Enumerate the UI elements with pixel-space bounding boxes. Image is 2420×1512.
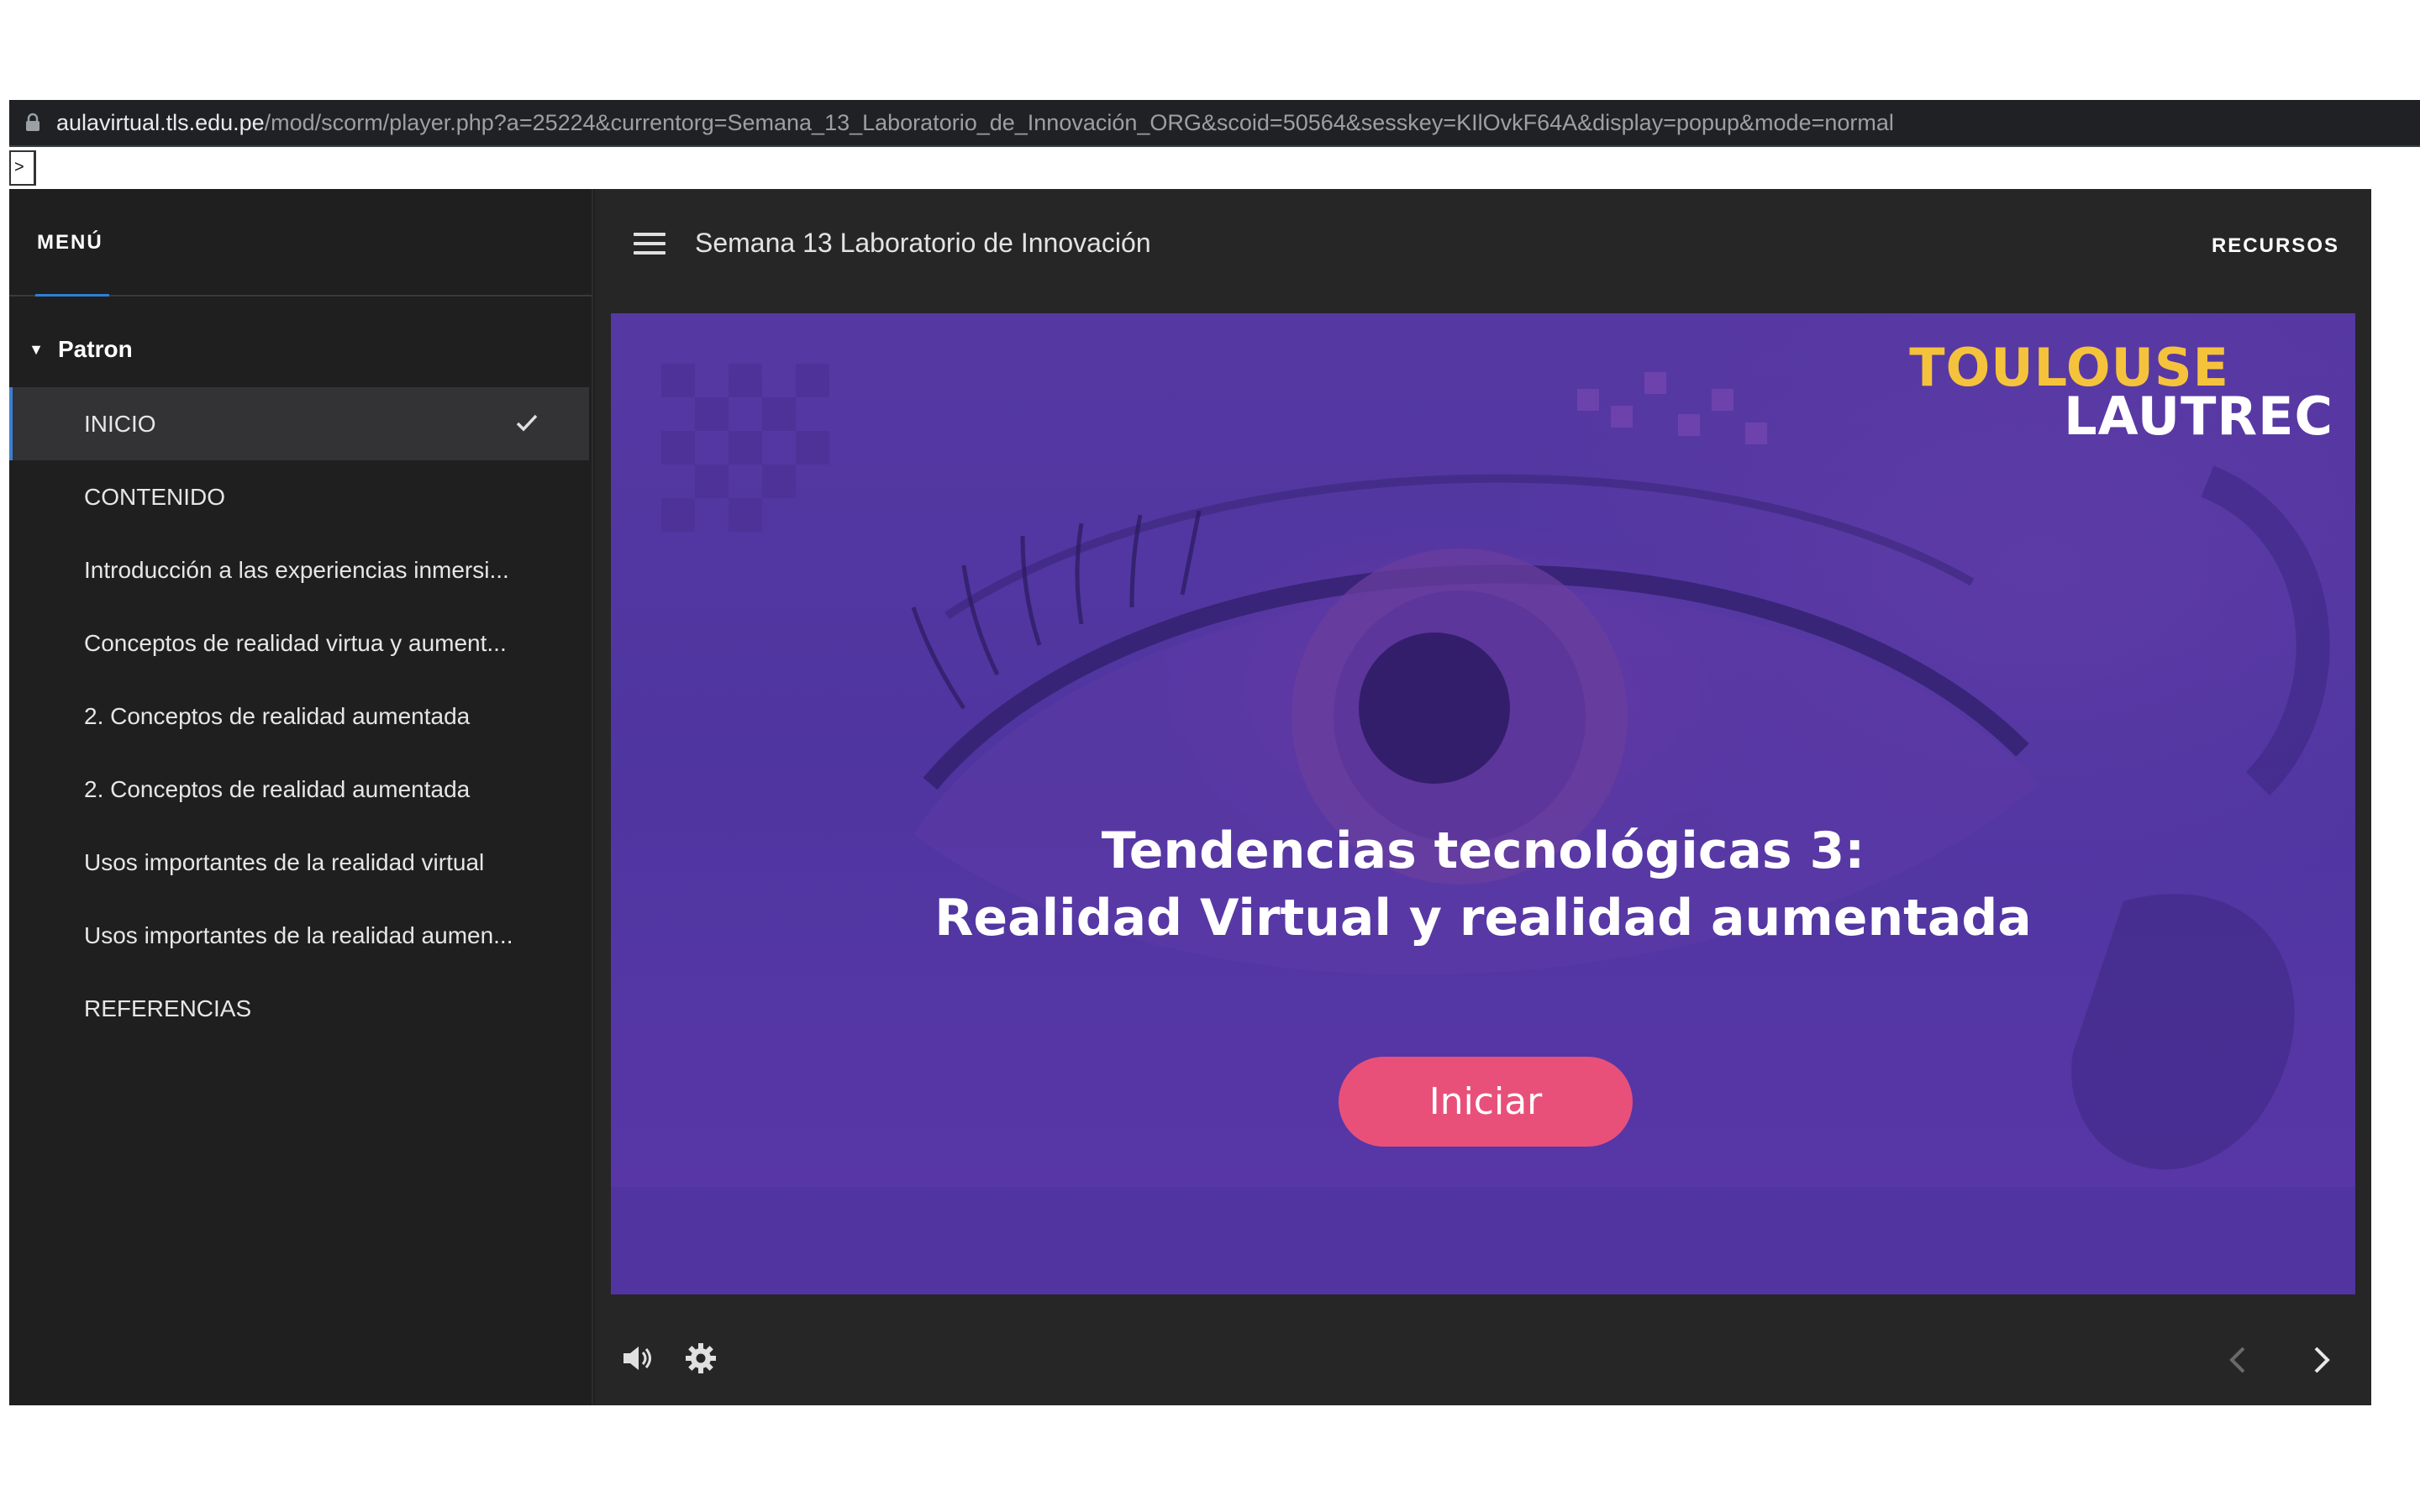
menu-item-label: Introducción a las experiencias inmersi.… <box>84 556 509 583</box>
slide-title-line-2: Realidad Virtual y realidad aumentada <box>934 889 2032 948</box>
menu-item-label: 2. Conceptos de realidad aumentada <box>84 775 471 802</box>
menu-item-usos-ra[interactable]: Usos importantes de la realidad aumen... <box>9 899 589 972</box>
toggle-strip: > <box>9 147 2420 189</box>
menu-item-label: INICIO <box>84 410 156 437</box>
menu-list: INICIO CONTENIDO Introducción a las expe… <box>9 387 589 1045</box>
sidebar-menu: MENÚ ▼ Patron INICIO CONTENIDO Introducc… <box>9 189 593 1405</box>
sidebar-header: MENÚ <box>9 189 592 297</box>
checkmark-icon <box>516 414 538 432</box>
next-chevron-icon[interactable] <box>2306 1343 2336 1377</box>
settings-gear-icon[interactable] <box>684 1341 718 1375</box>
previous-chevron-icon[interactable] <box>2223 1343 2254 1377</box>
menu-item-label: Usos importantes de la realidad aumen... <box>84 921 513 948</box>
menu-item-contenido[interactable]: CONTENIDO <box>9 460 589 533</box>
sidebar-toggle-button[interactable]: > <box>9 150 36 186</box>
volume-icon[interactable] <box>620 1341 654 1375</box>
start-button[interactable]: Iniciar <box>1339 1057 1633 1147</box>
sidebar-title[interactable]: MENÚ <box>37 231 103 255</box>
menu-item-referencias[interactable]: REFERENCIAS <box>9 972 589 1045</box>
url-path: /mod/scorm/player.php?a=25224&currentorg… <box>264 109 1894 135</box>
lock-icon <box>9 100 56 145</box>
menu-item-label: Conceptos de realidad virtua y aument... <box>84 629 507 656</box>
slide-title: Tendencias tecnológicas 3: Realidad Virt… <box>611 817 2355 952</box>
menu-item-conceptos-ra-1[interactable]: 2. Conceptos de realidad aumentada <box>9 680 589 753</box>
scorm-player: MENÚ ▼ Patron INICIO CONTENIDO Introducc… <box>9 189 2371 1405</box>
menu-item-label: CONTENIDO <box>84 483 225 510</box>
menu-item-conceptos-ra-2[interactable]: 2. Conceptos de realidad aumentada <box>9 753 589 826</box>
slide-title-line-1: Tendencias tecnológicas 3: <box>1101 822 1865 880</box>
top-bar: Semana 13 Laboratorio de Innovación RECU… <box>595 189 2371 297</box>
menu-item-usos-rv[interactable]: Usos importantes de la realidad virtual <box>9 826 589 899</box>
url-host: aulavirtual.tls.edu.pe <box>56 109 265 135</box>
caret-down-icon: ▼ <box>29 340 44 358</box>
hamburger-menu-icon[interactable] <box>634 233 666 255</box>
menu-item-label: Usos importantes de la realidad virtual <box>84 848 485 875</box>
browser-url-bar[interactable]: aulavirtual.tls.edu.pe/mod/scorm/player.… <box>9 100 2420 147</box>
logo-line-2: LAUTREC <box>2064 386 2333 447</box>
main-content: Semana 13 Laboratorio de Innovación RECU… <box>595 189 2371 1405</box>
menu-group-patron[interactable]: ▼ Patron <box>9 328 589 371</box>
menu-item-label: 2. Conceptos de realidad aumentada <box>84 702 471 729</box>
menu-item-label: REFERENCIAS <box>84 995 252 1021</box>
bottom-bar <box>595 1311 2371 1405</box>
eye-mural-background <box>611 364 2355 1294</box>
resources-button[interactable]: RECURSOS <box>2212 234 2339 258</box>
menu-item-inicio[interactable]: INICIO <box>9 387 589 460</box>
menu-group-label: Patron <box>58 336 133 362</box>
course-title: Semana 13 Laboratorio de Innovación <box>695 228 1151 258</box>
menu-item-conceptos-rv-ra[interactable]: Conceptos de realidad virtua y aument... <box>9 606 589 680</box>
slide-canvas: TOULOUSE LAUTREC Tendencias tecnológicas… <box>611 313 2355 1294</box>
menu-item-introduccion[interactable]: Introducción a las experiencias inmersi.… <box>9 533 589 606</box>
toulouse-lautrec-logo: TOULOUSE LAUTREC <box>1909 342 2333 447</box>
sidebar-tab-indicator <box>35 294 109 297</box>
